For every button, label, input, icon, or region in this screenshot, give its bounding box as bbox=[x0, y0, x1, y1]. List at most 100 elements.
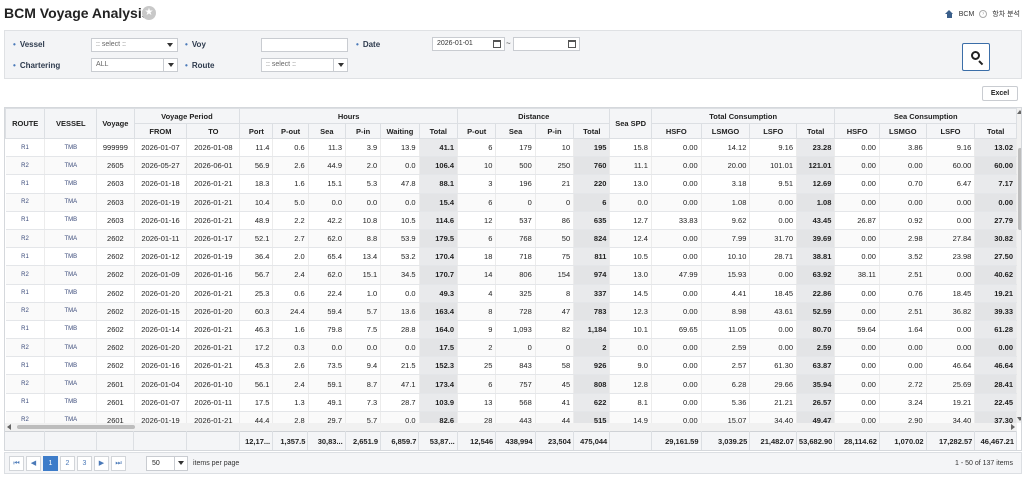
breadcrumb-item-bcm[interactable]: BCM bbox=[959, 11, 975, 18]
first-page-button[interactable]: ⏮ bbox=[9, 456, 24, 471]
col-hours-pout[interactable]: P-out bbox=[272, 123, 309, 139]
col-sc-hsfo[interactable]: HSFO bbox=[834, 123, 880, 139]
calendar-icon[interactable] bbox=[493, 40, 501, 48]
col-tc-hsfo[interactable]: HSFO bbox=[650, 123, 702, 139]
col-hours-waiting[interactable]: Waiting bbox=[380, 123, 420, 139]
table-row[interactable]: R2 TMA 2602 2026-01-15 2026-01-20 60.3 24.4 59.… bbox=[5, 302, 1017, 321]
horizontal-scrollbar[interactable] bbox=[5, 423, 1017, 431]
home-icon[interactable] bbox=[944, 9, 954, 19]
table-row[interactable]: R1 TMB 999999 2026-01-07 2026-01-08 11.4 0.6 11… bbox=[5, 138, 1017, 158]
search-icon-handle bbox=[978, 60, 984, 66]
calendar-icon[interactable] bbox=[568, 40, 576, 48]
pager-info: 1 - 50 of 137 items bbox=[955, 460, 1013, 467]
table-row[interactable]: R2 TMA 2601 2026-01-04 2026-01-10 56.1 2.4 59.1… bbox=[5, 374, 1017, 394]
cell-sc-hsfo: 0.00 bbox=[834, 156, 880, 176]
scroll-down-icon[interactable] bbox=[1017, 417, 1021, 421]
table-row[interactable]: R1 TMB 2602 2026-01-14 2026-01-21 46.3 1.6 79.8… bbox=[5, 320, 1017, 340]
cell-sc-lsmgo: 0.92 bbox=[879, 211, 927, 230]
vessel-select[interactable]: :: select :: bbox=[91, 38, 178, 52]
table-row[interactable]: R1 TMB 2601 2026-01-07 2026-01-11 17.5 1.3 49.1… bbox=[5, 393, 1017, 412]
cell-hours-port: 52.1 bbox=[239, 229, 274, 249]
table-row[interactable]: R2 TMA 2602 2026-01-09 2026-01-16 56.7 2.4 62.0… bbox=[5, 265, 1017, 285]
last-page-button[interactable]: ⏭ bbox=[111, 456, 126, 471]
footer-tc-hsfo: 29,161.59 bbox=[651, 431, 702, 450]
next-page-button[interactable]: ▶ bbox=[94, 456, 109, 471]
col-tc-lsmgo[interactable]: LSMGO bbox=[700, 123, 751, 139]
cell-hours-pin: 1.0 bbox=[345, 284, 382, 303]
grid-body: R1 TMB 999999 2026-01-07 2026-01-08 11.4 0.6 11… bbox=[5, 138, 1017, 431]
scroll-up-icon[interactable] bbox=[1017, 110, 1021, 114]
cell-hours-waiting: 0.0 bbox=[380, 193, 420, 212]
col-hours-sea[interactable]: Sea bbox=[307, 123, 347, 139]
cell-vessel: TMA bbox=[44, 193, 98, 212]
date-from-input[interactable]: 2026-01-01 bbox=[432, 37, 505, 51]
cell-sc-total: 0.00 bbox=[974, 338, 1017, 358]
col-sc-total[interactable]: Total bbox=[974, 123, 1017, 139]
col-dist-pout[interactable]: P-out bbox=[457, 123, 497, 139]
page-button-2[interactable]: 2 bbox=[60, 456, 75, 471]
cell-hours-waiting: 10.5 bbox=[380, 211, 420, 230]
route-select[interactable]: :: select :: bbox=[261, 58, 348, 72]
cell-dist-pout: 4 bbox=[457, 284, 497, 303]
col-dist-pin[interactable]: P-in bbox=[534, 123, 575, 139]
table-row[interactable]: R1 TMB 2603 2026-01-18 2026-01-21 18.3 1.6 15.1… bbox=[5, 174, 1017, 194]
favorite-star-icon[interactable]: ★ bbox=[142, 6, 156, 20]
cell-route: R1 bbox=[5, 284, 46, 303]
table-row[interactable]: R1 TMB 2602 2026-01-20 2026-01-21 25.3 0.6 22.4… bbox=[5, 284, 1017, 303]
scroll-thumb[interactable] bbox=[17, 425, 135, 429]
col-hours-total[interactable]: Total bbox=[418, 123, 459, 139]
col-voyage[interactable]: Voyage bbox=[96, 108, 135, 139]
cell-dist-pout: 9 bbox=[457, 320, 497, 340]
col-route[interactable]: ROUTE bbox=[5, 108, 46, 139]
col-to[interactable]: TO bbox=[186, 123, 241, 139]
cell-hours-waiting: 0.0 bbox=[380, 338, 420, 358]
col-hours-pin[interactable]: P-in bbox=[344, 123, 382, 139]
table-row[interactable]: R1 TMB 2603 2026-01-16 2026-01-21 48.9 2.2 42.2… bbox=[5, 211, 1017, 230]
prev-page-button[interactable]: ◀ bbox=[26, 456, 41, 471]
cell-sc-hsfo: 59.64 bbox=[834, 320, 880, 340]
cell-voyage: 2602 bbox=[96, 229, 135, 249]
breadcrumb-separator-icon: › bbox=[979, 10, 988, 18]
cell-dist-total: 2 bbox=[573, 338, 611, 358]
cell-tc-hsfo: 0.00 bbox=[651, 156, 702, 176]
table-row[interactable]: R2 TMA 2603 2026-01-19 2026-01-21 10.4 5.0 0.0 0… bbox=[5, 193, 1017, 212]
table-row[interactable]: R1 TMB 2602 2026-01-16 2026-01-21 45.3 2.6 73.5… bbox=[5, 356, 1017, 376]
search-button[interactable] bbox=[962, 43, 990, 71]
excel-export-button[interactable]: Excel bbox=[982, 86, 1018, 101]
cell-hours-waiting: 53.2 bbox=[380, 247, 420, 267]
cell-sc-total: 46.64 bbox=[974, 356, 1017, 376]
table-row[interactable]: R2 TMA 2602 2026-01-11 2026-01-17 52.1 2.7 62.0… bbox=[5, 229, 1017, 249]
page-button-3[interactable]: 3 bbox=[77, 456, 92, 471]
chartering-select[interactable]: ALL bbox=[91, 58, 178, 72]
cell-sc-hsfo: 0.00 bbox=[834, 356, 880, 376]
col-sea-spd[interactable]: Sea SPD bbox=[609, 108, 652, 139]
col-hours-port[interactable]: Port bbox=[239, 123, 274, 139]
cell-hours-pout: 2.4 bbox=[272, 374, 309, 394]
col-sc-lsmgo[interactable]: LSMGO bbox=[878, 123, 927, 139]
col-from[interactable]: FROM bbox=[133, 123, 188, 139]
col-tc-lsfo[interactable]: LSFO bbox=[749, 123, 798, 139]
cell-tc-total: 39.69 bbox=[796, 229, 836, 249]
table-row[interactable]: R1 TMB 2602 2026-01-12 2026-01-19 36.4 2.0 65.4… bbox=[5, 247, 1017, 267]
scroll-left-icon[interactable] bbox=[7, 424, 11, 430]
cell-dist-pin: 8 bbox=[535, 284, 575, 303]
vertical-scrollbar[interactable] bbox=[1017, 108, 1021, 423]
footer-sc-hsfo: 28,114.62 bbox=[834, 431, 880, 450]
voy-input[interactable] bbox=[261, 38, 348, 52]
page-button-1[interactable]: 1 bbox=[43, 456, 58, 471]
table-row[interactable]: R2 TMA 2605 2026-05-27 2026-06-01 56.9 2.6 44.9… bbox=[5, 156, 1017, 176]
page-size-select[interactable]: 50 bbox=[146, 456, 188, 471]
col-sc-lsfo[interactable]: LSFO bbox=[925, 123, 976, 139]
col-dist-total[interactable]: Total bbox=[573, 123, 611, 139]
col-dist-sea[interactable]: Sea bbox=[495, 123, 536, 139]
table-row[interactable]: R2 TMA 2602 2026-01-20 2026-01-21 17.2 0.3 0.0 0… bbox=[5, 338, 1017, 358]
cell-hours-total: 173.4 bbox=[419, 374, 459, 394]
col-vessel[interactable]: VESSEL bbox=[44, 108, 98, 139]
scroll-right-icon[interactable] bbox=[1011, 424, 1015, 430]
cell-dist-total: 195 bbox=[573, 138, 611, 158]
scroll-thumb[interactable] bbox=[1018, 148, 1021, 230]
cell-hours-pin: 15.1 bbox=[345, 265, 382, 285]
date-to-input[interactable] bbox=[513, 37, 580, 51]
col-tc-total[interactable]: Total bbox=[796, 123, 836, 139]
cell-dist-total: 783 bbox=[573, 302, 611, 321]
